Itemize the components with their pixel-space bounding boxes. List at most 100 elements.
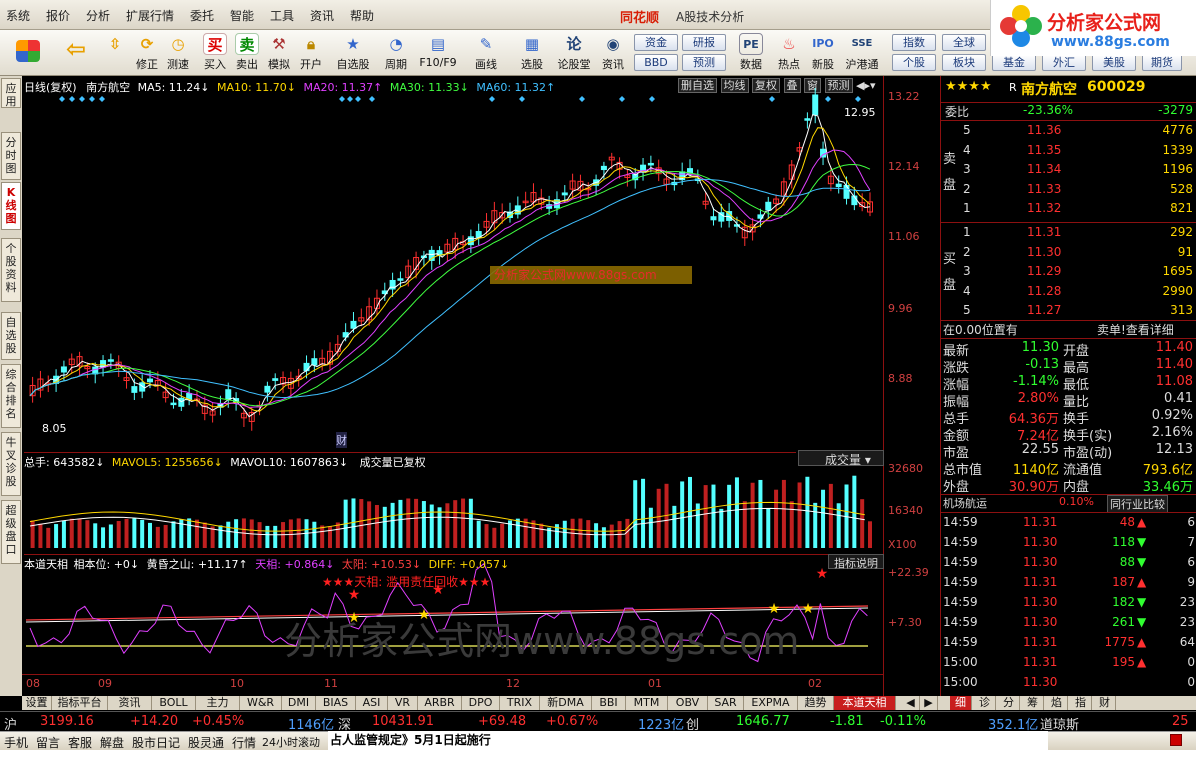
analysis-link[interactable]: 解盘 xyxy=(100,734,124,751)
order-book-row[interactable]: 5 11.36 4776 xyxy=(941,123,1196,140)
menu-news[interactable]: 资讯 xyxy=(310,7,334,24)
open-account-button[interactable]: 🔒︎ 开户 xyxy=(296,30,326,76)
menu-help[interactable]: 帮助 xyxy=(350,7,374,24)
tab-dpo[interactable]: DPO xyxy=(462,696,500,710)
menu-quote[interactable]: 报价 xyxy=(46,7,70,24)
news-ticker[interactable]: 占人监管规定》5月1日起施行 xyxy=(328,731,1048,750)
fx-button[interactable]: 外汇 xyxy=(1042,54,1086,71)
tab-indicator-platform[interactable]: 指标平台 xyxy=(52,696,108,710)
service-link[interactable]: 客服 xyxy=(68,734,92,751)
tab-arbr[interactable]: ARBR xyxy=(418,696,462,710)
speedtest-button[interactable]: ◷ 测速 xyxy=(163,30,193,76)
hk-connect-button[interactable]: SSE 沪港通 xyxy=(842,30,882,76)
order-book-row[interactable]: 5 11.27 313 xyxy=(941,303,1196,320)
tab-flame[interactable]: 焰 xyxy=(1046,696,1068,710)
kline-chart-area[interactable]: 日线(复权) 南方航空 MA5: 11.24↓ MA10: 11.70↓ MA2… xyxy=(22,76,886,696)
tab-indicator-settings[interactable]: 设置 xyxy=(22,696,52,710)
tab-wr[interactable]: W&R xyxy=(240,696,282,710)
tab-watchlist[interactable]: 自选股 xyxy=(1,312,21,360)
tab-main-force[interactable]: 主力 xyxy=(196,696,240,710)
tab-asi[interactable]: ASI xyxy=(356,696,388,710)
forum-button[interactable]: 论论股堂 xyxy=(556,30,592,76)
sector-button[interactable]: 板块 xyxy=(942,54,986,71)
indicator-explain-button[interactable]: 指标说明 xyxy=(828,554,884,570)
tab-boll[interactable]: BOLL xyxy=(152,696,196,710)
tab-diagnosis[interactable]: 牛叉诊股 xyxy=(1,432,21,496)
hotspot-button[interactable]: ♨ 热点 xyxy=(772,30,806,76)
tab-apps[interactable]: 应用 xyxy=(1,78,21,108)
menu-trade[interactable]: 委托 xyxy=(190,7,214,24)
up-down-button[interactable]: ⇳ xyxy=(100,30,130,76)
tab-index[interactable]: 指 xyxy=(1070,696,1092,710)
tab-sar[interactable]: SAR xyxy=(708,696,744,710)
tab-new-dma[interactable]: 新DMA xyxy=(540,696,592,710)
stock-pass-link[interactable]: 股灵通 xyxy=(188,734,224,751)
fund-button[interactable]: 基金 xyxy=(992,54,1036,71)
volume-selector[interactable]: 成交量 ▾ xyxy=(798,450,884,467)
buy-button[interactable]: 买买入 xyxy=(200,30,230,76)
order-book-row[interactable]: 3 11.29 1695 xyxy=(941,264,1196,281)
tab-trix[interactable]: TRIX xyxy=(500,696,540,710)
watchlist-button[interactable]: ★ 自选股 xyxy=(334,30,372,76)
tab-obv[interactable]: OBV xyxy=(668,696,708,710)
global-button[interactable]: 全球 xyxy=(942,34,986,51)
tab-news[interactable]: 资讯 xyxy=(108,696,152,710)
stock-picker-button[interactable]: ▦ 选股 xyxy=(512,30,552,76)
single-stock-button[interactable]: 个股 xyxy=(892,54,936,71)
rolling-news-link[interactable]: 24小时滚动 xyxy=(262,734,320,750)
tab-mtm[interactable]: MTM xyxy=(626,696,668,710)
tab-dmi[interactable]: DMI xyxy=(282,696,316,710)
order-book-row[interactable]: 3 11.34 1196 xyxy=(941,162,1196,179)
menu-analysis[interactable]: 分析 xyxy=(86,7,110,24)
fund-flow-button[interactable]: 资金 xyxy=(634,34,678,51)
tab-minute[interactable]: 分 xyxy=(998,696,1020,710)
f10-button[interactable]: ▤ F10/F9 xyxy=(418,30,458,76)
tab-vr[interactable]: VR xyxy=(388,696,418,710)
tab-trend[interactable]: 趋势 xyxy=(798,696,834,710)
simulate-button[interactable]: ⚒ 模拟 xyxy=(264,30,294,76)
order-book-row[interactable]: 1 11.31 292 xyxy=(941,225,1196,242)
diary-link[interactable]: 股市日记 xyxy=(132,734,180,751)
finance-marker[interactable]: 财 xyxy=(336,432,347,448)
research-button[interactable]: 研报 xyxy=(682,34,726,51)
order-book-row[interactable]: 4 11.28 2990 xyxy=(941,284,1196,301)
tab-chips[interactable]: 筹 xyxy=(1022,696,1044,710)
futures-button[interactable]: 期货 xyxy=(1142,54,1182,71)
order-book-row[interactable]: 4 11.35 1339 xyxy=(941,143,1196,160)
mobile-link[interactable]: 手机 xyxy=(4,734,28,751)
forecast-button[interactable]: 预测 xyxy=(682,54,726,71)
tab-super-panel[interactable]: 超级盘口 xyxy=(1,500,21,564)
tab-ranking[interactable]: 综合排名 xyxy=(1,364,21,428)
message-link[interactable]: 留言 xyxy=(36,734,60,751)
period-button[interactable]: ◔ 周期 xyxy=(378,30,414,76)
menu-ext-quote[interactable]: 扩展行情 xyxy=(126,7,174,24)
layout-button[interactable] xyxy=(10,30,46,76)
tick-list[interactable]: 14:59 11.31 48 ▲ 6 14:59 11.30 118 ▼ 7 14:59 11.30 8… xyxy=(941,512,1196,696)
tab-finance[interactable]: 财 xyxy=(1094,696,1116,710)
back-button[interactable]: ⇦ xyxy=(58,30,94,76)
tab-scroll-left[interactable]: ◀ xyxy=(902,696,920,710)
tab-scroll-right[interactable]: ▶ xyxy=(920,696,938,710)
tab-bias[interactable]: BIAS xyxy=(316,696,356,710)
order-book-row[interactable]: 1 11.32 821 xyxy=(941,201,1196,218)
ipo-button[interactable]: IPO 新股 xyxy=(806,30,840,76)
menu-smart[interactable]: 智能 xyxy=(230,7,254,24)
sell-button[interactable]: 卖卖出 xyxy=(232,30,262,76)
ticker-close-icon[interactable] xyxy=(1170,734,1182,746)
sell-detail-link[interactable]: 卖单!查看详细 xyxy=(1097,321,1174,338)
tab-bendao-tianxiang[interactable]: 本道天相 xyxy=(834,696,896,710)
tab-detail[interactable]: 细 xyxy=(950,696,972,710)
news-button[interactable]: ◉ 资讯 xyxy=(596,30,630,76)
menu-tools[interactable]: 工具 xyxy=(270,7,294,24)
draw-line-button[interactable]: ✎ 画线 xyxy=(466,30,506,76)
tab-diagnose[interactable]: 诊 xyxy=(974,696,996,710)
industry-compare-button[interactable]: 同行业比较 xyxy=(1107,495,1168,513)
order-book-row[interactable]: 2 11.33 528 xyxy=(941,182,1196,199)
us-stock-button[interactable]: 美股 xyxy=(1092,54,1136,71)
tab-expma[interactable]: EXPMA xyxy=(744,696,798,710)
bbd-button[interactable]: BBD xyxy=(634,54,678,71)
quote-link[interactable]: 行情 xyxy=(232,734,256,751)
tab-timeshare[interactable]: 分时图 xyxy=(1,132,21,180)
tab-kline[interactable]: K线图 xyxy=(1,182,21,230)
data-button[interactable]: PE 数据 xyxy=(734,30,768,76)
